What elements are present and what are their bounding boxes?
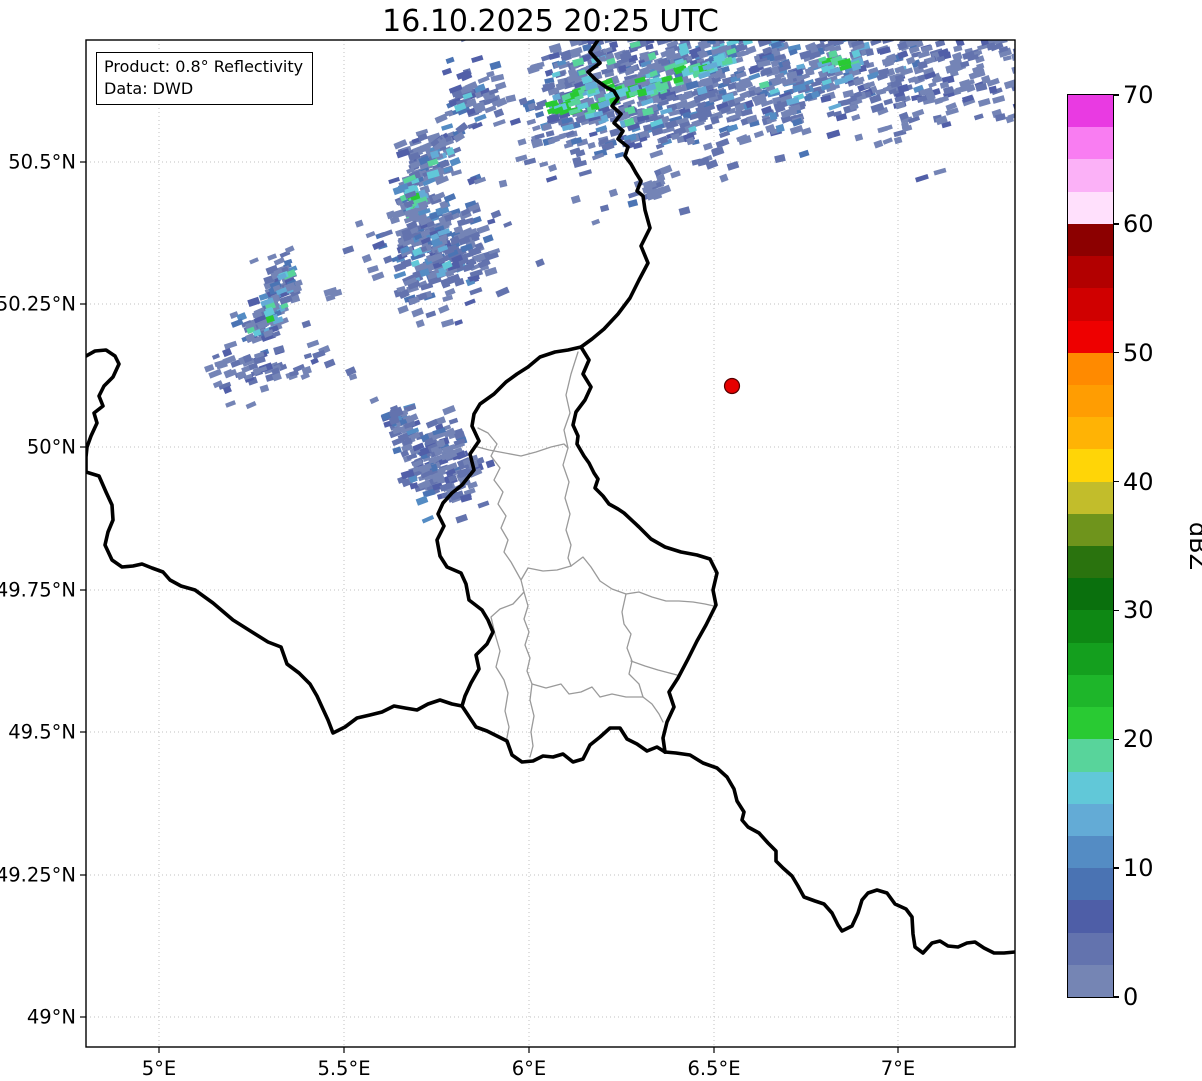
colorbar-segment xyxy=(1068,803,1113,836)
echo-cluster-east-speck xyxy=(642,164,673,201)
colorbar-tick-label: 70 xyxy=(1123,81,1154,109)
district-border xyxy=(531,683,644,698)
colorbar-tick-mark xyxy=(1113,996,1119,998)
colorbar xyxy=(1068,94,1113,997)
colorbar-segment xyxy=(1068,384,1113,418)
colorbar-segment xyxy=(1068,320,1113,353)
y-tick-label: 50.25°N xyxy=(0,293,76,316)
y-tick-label: 49.75°N xyxy=(0,579,76,602)
colorbar-tick-mark xyxy=(1113,867,1119,869)
colorbar-tick-label: 0 xyxy=(1123,983,1139,1011)
x-tick-label: 5°E xyxy=(142,1057,176,1080)
colorbar-tick-mark xyxy=(1113,352,1119,354)
colorbar-segment xyxy=(1068,513,1113,546)
country-borders xyxy=(86,40,1015,955)
colorbar-tick-label: 40 xyxy=(1123,467,1154,496)
colorbar-segment xyxy=(1068,609,1113,643)
colorbar-tick-mark xyxy=(1113,480,1119,483)
colorbar-segment xyxy=(1068,545,1113,579)
radar-figure: 16.10.2025 20:25 UTC 5°E 5.5°E 6°E 6.5°E 7°E… xyxy=(0,0,1202,1081)
colorbar-segment xyxy=(1068,352,1113,385)
colorbar-segment xyxy=(1068,706,1113,740)
x-tick-label: 6°E xyxy=(512,1057,546,1080)
radar-site-marker xyxy=(723,377,741,395)
x-tick-label: 5.5°E xyxy=(317,1057,370,1080)
colorbar-segment xyxy=(1068,416,1113,450)
product-line: Product: 0.8° Reflectivity xyxy=(104,57,304,76)
colorbar-segment xyxy=(1068,899,1113,933)
colorbar-segment xyxy=(1068,867,1113,901)
colorbar-segment xyxy=(1068,126,1113,160)
district-borders xyxy=(473,351,715,758)
y-tick-label: 49°N xyxy=(27,1006,76,1029)
data-source-line: Data: DWD xyxy=(104,79,194,99)
colorbar-segment xyxy=(1068,674,1113,708)
country-border xyxy=(460,704,667,764)
y-tick-label: 50°N xyxy=(27,436,76,459)
colorbar-segment xyxy=(1068,964,1113,997)
radar-site-dot xyxy=(723,377,741,395)
echo-cluster-west-band xyxy=(229,245,303,356)
colorbar-tick-label: 60 xyxy=(1123,209,1154,238)
colorbar-segment xyxy=(1068,223,1113,257)
district-border xyxy=(570,556,715,607)
colorbar-tick-label: 20 xyxy=(1123,725,1154,754)
colorbar-segment xyxy=(1068,191,1113,224)
y-tick-label: 49.5°N xyxy=(8,721,76,744)
x-tick-label: 7°E xyxy=(881,1057,915,1080)
district-border xyxy=(562,351,579,567)
product-info-box: Product: 0.8° Reflectivity Data: DWD xyxy=(96,52,314,106)
colorbar-segment xyxy=(1068,835,1113,869)
axes-frame xyxy=(80,39,1016,1053)
y-tick-label: 50.5°N xyxy=(8,151,76,174)
district-border xyxy=(490,567,529,744)
colorbar-unit-label: dBZ xyxy=(1184,521,1202,571)
colorbar-segment xyxy=(1068,448,1113,482)
colorbar-tick-mark xyxy=(1113,738,1119,740)
y-tick-label: 49.25°N xyxy=(0,864,76,887)
district-border xyxy=(527,565,572,572)
echo-cluster-tiny-speck-1 xyxy=(214,358,228,370)
colorbar-segment xyxy=(1068,577,1113,611)
colorbar-tick-mark xyxy=(1113,94,1119,96)
colorbar-segment xyxy=(1068,158,1113,192)
colorbar-segment xyxy=(1068,642,1113,675)
district-border xyxy=(473,443,569,457)
colorbar-tick-label: 50 xyxy=(1123,338,1154,367)
echo-cluster-north-small xyxy=(434,40,508,130)
colorbar-tick-mark xyxy=(1113,609,1119,612)
axis-tick-labels: 5°E 5.5°E 6°E 6.5°E 7°E 50.5°N 50.25°N 50°N 49.7… xyxy=(0,151,915,1081)
x-tick-label: 6.5°E xyxy=(687,1057,740,1080)
colorbar-segment xyxy=(1068,738,1113,772)
colorbar-segment xyxy=(1068,771,1113,804)
echo-cluster-nw-band-main xyxy=(470,40,965,226)
radar-echo-layer xyxy=(204,40,1015,524)
colorbar-segment xyxy=(1068,255,1113,289)
map-canvas: 5°E 5.5°E 6°E 6.5°E 7°E 50.5°N 50.25°N 50°N 49.7… xyxy=(0,39,1016,1081)
colorbar-segment xyxy=(1068,94,1113,128)
colorbar-tick-mark xyxy=(1113,223,1119,225)
echo-cluster-tiny-speck-2 xyxy=(323,286,343,302)
district-border xyxy=(630,660,678,676)
colorbar-tick-label: 30 xyxy=(1123,596,1154,625)
colorbar-tick-label: 10 xyxy=(1123,854,1154,883)
colorbar-segment xyxy=(1068,481,1113,514)
district-border xyxy=(621,593,664,723)
gridlines xyxy=(86,40,1015,1047)
colorbar-segment xyxy=(1068,932,1113,965)
colorbar-segment xyxy=(1068,287,1113,321)
country-border xyxy=(435,345,583,708)
country-border xyxy=(663,750,1015,955)
